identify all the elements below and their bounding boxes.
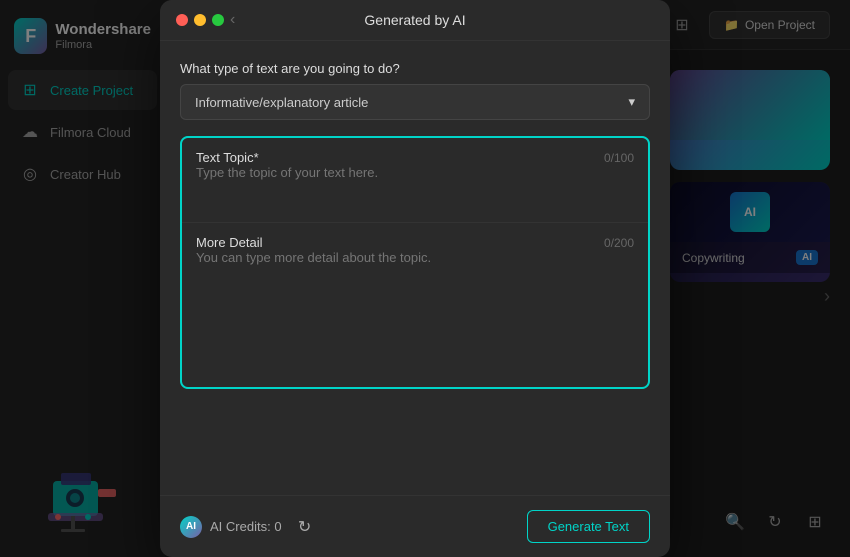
generate-text-button[interactable]: Generate Text bbox=[527, 510, 650, 543]
ai-credits-label: AI Credits: 0 bbox=[210, 519, 282, 534]
text-topic-section: Text Topic* 0/100 bbox=[182, 138, 648, 222]
question-label: What type of text are you going to do? bbox=[180, 61, 650, 76]
dropdown-value: Informative/explanatory article bbox=[195, 95, 368, 110]
ai-modal: ‹ Generated by AI What type of text are … bbox=[160, 0, 670, 557]
back-arrow-icon[interactable]: ‹ bbox=[230, 11, 235, 29]
more-detail-label: More Detail bbox=[196, 235, 262, 250]
chevron-down-icon: ▾ bbox=[628, 94, 635, 110]
more-detail-section: More Detail 0/200 bbox=[182, 223, 648, 387]
modal-footer: AI AI Credits: 0 ↻ Generate Text bbox=[160, 495, 670, 557]
app-background: F Wondershare Filmora ⊞ Create Project ☁… bbox=[0, 0, 850, 557]
modal-overlay: ‹ Generated by AI What type of text are … bbox=[0, 0, 850, 557]
modal-title: Generated by AI bbox=[364, 12, 465, 28]
text-type-dropdown[interactable]: Informative/explanatory article ▾ bbox=[180, 84, 650, 120]
credits-value: 0 bbox=[274, 519, 281, 534]
more-detail-count: 0/200 bbox=[604, 236, 634, 250]
more-detail-input[interactable] bbox=[196, 250, 634, 370]
modal-titlebar: ‹ Generated by AI bbox=[160, 0, 670, 41]
close-button[interactable] bbox=[176, 14, 188, 26]
text-topic-input[interactable] bbox=[196, 165, 634, 205]
modal-body: What type of text are you going to do? I… bbox=[160, 41, 670, 495]
detail-label-row: More Detail 0/200 bbox=[196, 235, 634, 250]
credits-label-text: AI Credits: bbox=[210, 519, 271, 534]
text-topic-count: 0/100 bbox=[604, 151, 634, 165]
ai-credits-section: AI AI Credits: 0 ↻ bbox=[180, 512, 320, 542]
window-controls bbox=[176, 14, 224, 26]
minimize-button[interactable] bbox=[194, 14, 206, 26]
maximize-button[interactable] bbox=[212, 14, 224, 26]
question-group: What type of text are you going to do? I… bbox=[180, 61, 650, 120]
fields-box: Text Topic* 0/100 More Detail 0/200 bbox=[180, 136, 650, 389]
text-topic-label: Text Topic* bbox=[196, 150, 259, 165]
topic-label-row: Text Topic* 0/100 bbox=[196, 150, 634, 165]
ai-credits-icon: AI bbox=[180, 516, 202, 538]
refresh-credits-button[interactable]: ↻ bbox=[290, 512, 320, 542]
